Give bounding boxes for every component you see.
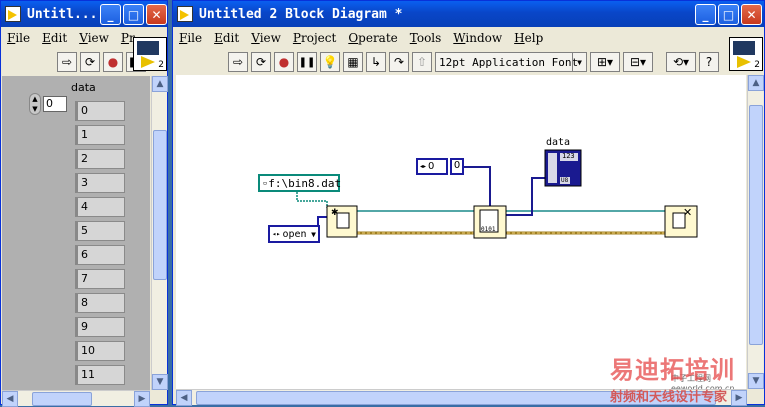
array-element[interactable]: 6 — [75, 245, 125, 265]
indicator-type-label: 123 — [562, 152, 575, 160]
block-diagram-toolbar: ⇨ ⟳ ● ❚❚ 💡 ▦ ↳ ↷ ⇧ 12pt Application Font… — [228, 49, 722, 75]
menu-tools[interactable]: Tools — [410, 31, 442, 45]
step-over-icon[interactable]: ↷ — [389, 52, 409, 72]
array-element[interactable]: 5 — [75, 221, 125, 241]
array-element[interactable]: 3 — [75, 173, 125, 193]
menu-project[interactable]: Project — [293, 31, 336, 45]
maximize-button[interactable]: □ — [123, 4, 144, 25]
labview-app-icon — [5, 6, 21, 22]
watermark-slogan: 射频和天线设计专家 — [610, 390, 728, 405]
scroll-thumb[interactable] — [153, 130, 167, 280]
close-x-icon: ✕ — [683, 206, 692, 219]
path-icon: ▫ — [263, 179, 268, 187]
run-continuously-icon[interactable]: ⟳ — [80, 52, 100, 72]
array-index-value[interactable]: 0 — [43, 96, 67, 112]
array-label: data — [71, 81, 96, 94]
chevron-down-icon[interactable]: ▼ — [311, 230, 316, 239]
front-panel-vscrollbar[interactable]: ▲ ▼ — [151, 76, 168, 390]
font-select[interactable]: 12pt Application Font ▼ — [435, 52, 587, 72]
array-element[interactable]: 11 — [75, 365, 125, 385]
index-increment-icon[interactable]: ▲ ▼ — [29, 93, 41, 115]
minimize-button[interactable]: _ — [100, 4, 121, 25]
step-out-icon[interactable]: ⇧ — [412, 52, 432, 72]
menu-view[interactable]: View — [251, 31, 281, 45]
front-panel-titlebar[interactable]: Untitl... _ □ ✕ — [1, 1, 167, 27]
operation-enum-constant[interactable]: ◂▸ open ▼ — [268, 225, 320, 243]
scroll-thumb-h[interactable] — [32, 392, 92, 406]
array-element[interactable]: 7 — [75, 269, 125, 289]
scroll-down-arrow-icon[interactable]: ▼ — [152, 374, 168, 390]
context-help-icon[interactable]: ? — [699, 52, 719, 72]
run-arrow-icon[interactable]: ⇨ — [57, 52, 77, 72]
path-wire — [296, 192, 328, 208]
chevron-down-icon: ▼ — [572, 53, 586, 71]
scroll-thumb[interactable] — [749, 105, 763, 345]
numeric-increment-icon[interactable]: ◂▸ — [420, 163, 426, 170]
block-diagram-menubar: File Edit View Project Operate Tools Win… — [173, 27, 555, 49]
distribute-objects-icon[interactable]: ⊟▾ — [623, 52, 653, 72]
block-diagram-title: Untitled 2 Block Diagram * — [199, 6, 403, 22]
front-panel-hscrollbar[interactable]: ◀ ▶ — [2, 390, 150, 407]
reorder-icon[interactable]: ⟲▾ — [666, 52, 696, 72]
array-element[interactable]: 2 — [75, 149, 125, 169]
retain-wire-values-icon[interactable]: ▦ — [343, 52, 363, 72]
menu-help[interactable]: Help — [514, 31, 543, 45]
run-continuously-icon[interactable]: ⟳ — [251, 52, 271, 72]
run-arrow-icon[interactable]: ⇨ — [228, 52, 248, 72]
binary-bits-icon: 0101 — [481, 226, 496, 233]
vi-icon[interactable]: 2 — [729, 37, 763, 71]
menu-file[interactable]: File — [7, 31, 30, 45]
wiring-diagram: ✱ 0101 ✕ — [296, 149, 698, 239]
sparkle-icon: ✱ — [331, 208, 339, 218]
block-diagram-titlebar[interactable]: Untitled 2 Block Diagram * _ □ ✕ — [173, 1, 764, 27]
array-element[interactable]: 1 — [75, 125, 125, 145]
step-into-icon[interactable]: ↳ — [366, 52, 386, 72]
count-wire — [464, 166, 491, 208]
align-objects-icon[interactable]: ⊞▾ — [590, 52, 620, 72]
menu-file[interactable]: File — [179, 31, 202, 45]
front-panel-menubar: File Edit View Pr — [1, 27, 147, 49]
block-diagram-vscrollbar[interactable]: ▲ ▼ — [747, 75, 764, 389]
minimize-button[interactable]: _ — [695, 4, 716, 25]
pause-icon[interactable]: ❚❚ — [297, 52, 317, 72]
close-button[interactable]: ✕ — [146, 4, 167, 25]
array-element[interactable]: 10 — [75, 341, 125, 361]
array-index-control[interactable]: ▲ ▼ 0 — [29, 93, 69, 115]
indicator-rep-label: U8 — [561, 177, 569, 184]
menu-edit[interactable]: Edit — [42, 31, 67, 45]
numeric-terminal[interactable]: 0 — [450, 158, 464, 175]
numeric-constant[interactable]: ◂▸ 0 — [416, 158, 448, 175]
scroll-up-arrow-icon[interactable]: ▲ — [152, 76, 168, 92]
scroll-up-arrow-icon[interactable]: ▲ — [748, 75, 764, 91]
array-element[interactable]: 4 — [75, 197, 125, 217]
vi-icon[interactable]: 2 — [133, 37, 167, 71]
enum-increment-icon[interactable]: ◂▸ — [272, 230, 280, 238]
watermark-brand: 易迪拓培训 — [610, 356, 735, 384]
menu-view[interactable]: View — [79, 31, 109, 45]
maximize-button[interactable]: □ — [718, 4, 739, 25]
menu-window[interactable]: Window — [453, 31, 502, 45]
array-element[interactable]: 9 — [75, 317, 125, 337]
scroll-left-arrow-icon[interactable]: ◀ — [176, 390, 192, 406]
array-element[interactable]: 0 — [75, 101, 125, 121]
indicator-index-icon — [548, 153, 557, 183]
menu-edit[interactable]: Edit — [214, 31, 239, 45]
scroll-down-arrow-icon[interactable]: ▼ — [748, 373, 764, 389]
data-wire — [506, 177, 545, 216]
menu-operate[interactable]: Operate — [348, 31, 397, 45]
abort-icon[interactable]: ● — [274, 52, 294, 72]
file-icon — [336, 212, 350, 229]
indicator-label: data — [546, 137, 571, 148]
abort-icon[interactable]: ● — [103, 52, 123, 72]
highlight-execution-icon[interactable]: 💡 — [320, 52, 340, 72]
close-button[interactable]: ✕ — [741, 4, 762, 25]
path-constant[interactable]: ▫ f:\bin8.dat — [258, 174, 341, 192]
array-element[interactable]: 8 — [75, 293, 125, 313]
scroll-right-arrow-icon[interactable]: ▶ — [731, 390, 747, 406]
front-panel-title: Untitl... — [27, 6, 98, 22]
labview-app-icon — [177, 6, 193, 22]
front-panel-window: Untitl... _ □ ✕ File Edit View Pr ⇨ ⟳ ● … — [0, 0, 168, 407]
block-diagram-canvas[interactable]: ✱ 0101 ✕ data 123 U8 ▫ f:\bin8.dat ◂▸ op… — [176, 75, 746, 393]
